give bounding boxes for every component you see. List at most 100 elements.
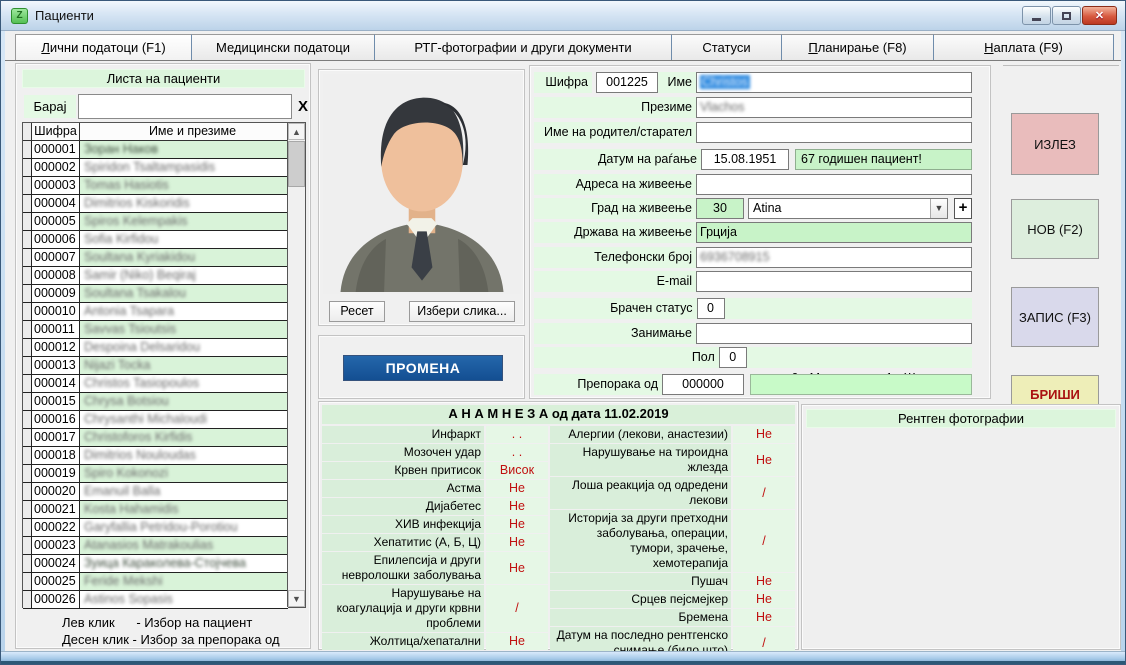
patient-row[interactable]: 000015Chrysa Botsiou xyxy=(23,393,288,411)
patient-row[interactable]: 000001Зоран Наков xyxy=(23,141,288,159)
patient-code: 000002 xyxy=(32,159,80,176)
email-field[interactable] xyxy=(696,271,972,292)
anamnesis-label: Нарушување на коагулација и други крвни … xyxy=(322,585,484,632)
patient-code: 000003 xyxy=(32,177,80,194)
patient-row[interactable]: 000023Atanasios Matrakoulias xyxy=(23,537,288,555)
tab-statusi[interactable]: Статуси xyxy=(672,34,782,60)
patient-row[interactable]: 000002Spiridon Tsaltampasidis xyxy=(23,159,288,177)
marital-status-field[interactable]: 0 xyxy=(697,298,725,319)
photo-panel: Ресет Избери слика... xyxy=(318,69,525,326)
reset-photo-button[interactable]: Ресет xyxy=(329,301,385,322)
patient-row[interactable]: 000026Astinos Sopasis xyxy=(23,591,288,609)
row-selector-cell xyxy=(23,339,32,356)
anamnesis-row: Нарушување на коагулација и други крвни … xyxy=(322,585,548,632)
patient-row[interactable]: 000017Christoforos Kirfidis xyxy=(23,429,288,447)
patient-row[interactable]: 000025Feride Mekshi xyxy=(23,573,288,591)
minimize-button[interactable] xyxy=(1022,6,1051,25)
scroll-down-icon[interactable]: ▼ xyxy=(288,590,305,607)
patient-list-title: Листа на пациенти xyxy=(22,69,305,88)
patient-row[interactable]: 000020Emanuil Balla xyxy=(23,483,288,501)
address-label: Адреса на живеење xyxy=(534,174,696,195)
patient-row[interactable]: 000007Soultana Kyriakidou xyxy=(23,249,288,267)
close-button[interactable]: ✕ xyxy=(1082,6,1117,25)
maximize-button[interactable] xyxy=(1052,6,1081,25)
patient-row[interactable]: 000004Dimitrios Kiskoridis xyxy=(23,195,288,213)
tab-planiranje[interactable]: Планирање (F8) xyxy=(782,34,934,60)
first-name-field[interactable]: Christos xyxy=(696,72,972,93)
patient-code: 000026 xyxy=(32,591,80,608)
country-field[interactable]: Грција xyxy=(696,222,972,243)
change-button[interactable]: ПРОМЕНА xyxy=(343,355,503,381)
patient-row[interactable]: 000008Samir (Niko) Beqiraj xyxy=(23,267,288,285)
patient-row[interactable]: 000009Soultana Tsakalou xyxy=(23,285,288,303)
patient-row[interactable]: 000003Tomas Hasiotis xyxy=(23,177,288,195)
new-button[interactable]: НОВ (F2) xyxy=(1011,199,1099,259)
anamnesis-row: Срцев пејсмејкерНе xyxy=(550,591,795,608)
patient-row[interactable]: 000024Зуица Караколева-Стојчева xyxy=(23,555,288,573)
patient-row[interactable]: 000022Garyfallia Petridou-Porotiou xyxy=(23,519,288,537)
tab-licni[interactable]: Лични податоци (F1) xyxy=(15,34,192,60)
city-label: Град на живеење xyxy=(534,198,696,219)
patient-row[interactable]: 000019Spiro Kokonozi xyxy=(23,465,288,483)
actions-panel: ИЗЛЕЗ НОВ (F2) ЗАПИС (F3) БРИШИ xyxy=(1003,65,1119,399)
address-field[interactable] xyxy=(696,174,972,195)
occupation-field[interactable] xyxy=(696,323,972,344)
search-input[interactable] xyxy=(78,94,292,119)
patient-name: Dimitrios Nouloudas xyxy=(80,447,288,464)
row-selector-cell xyxy=(23,195,32,212)
patient-row[interactable]: 000016Chrysanthi Michaloudi xyxy=(23,411,288,429)
patient-name: Chrysa Botsiou xyxy=(80,393,288,410)
scroll-up-icon[interactable]: ▲ xyxy=(288,123,305,140)
patient-row[interactable]: 000012Despoina Delsaridou xyxy=(23,339,288,357)
patient-code: 000023 xyxy=(32,537,80,554)
code-field[interactable]: 001225 xyxy=(596,72,658,93)
clear-search-button[interactable]: X xyxy=(295,94,311,119)
anamnesis-row: Мозочен удар. . xyxy=(322,444,548,461)
anamnesis-label: Алергии (лекови, анастезии) xyxy=(550,426,731,443)
save-button[interactable]: ЗАПИС (F3) xyxy=(1011,287,1099,347)
marital-status-hint: 0 - Во брак1 - Не е во брак xyxy=(725,298,973,319)
patient-row[interactable]: 000011Savvas Tsioutsis xyxy=(23,321,288,339)
tab-rtg[interactable]: РТГ-фотографии и други документи xyxy=(375,34,672,60)
last-name-field[interactable]: Vlachos xyxy=(696,97,972,118)
patient-name: Sofia Kirfidou xyxy=(80,231,288,248)
scroll-thumb[interactable] xyxy=(288,141,305,187)
anamnesis-row: Хепатитис (А, Б, Ц)Не xyxy=(322,534,548,551)
patient-row[interactable]: 000006Sofia Kirfidou xyxy=(23,231,288,249)
tab-naplata[interactable]: Наплата (F9) xyxy=(934,34,1114,60)
chevron-down-icon[interactable]: ▼ xyxy=(930,199,947,218)
exit-button[interactable]: ИЗЛЕЗ xyxy=(1011,113,1099,175)
patient-row[interactable]: 000018Dimitrios Nouloudas xyxy=(23,447,288,465)
patient-list-scrollbar[interactable]: ▲ ▼ xyxy=(287,123,305,607)
parent-name-field[interactable] xyxy=(696,122,972,143)
row-selector-cell xyxy=(23,249,32,266)
referral-code-field[interactable]: 000000 xyxy=(662,374,744,395)
parent-name-label: Име на родител/старател xyxy=(534,122,696,143)
patient-row[interactable]: 000014Christos Tasiopoulos xyxy=(23,375,288,393)
patient-table: Шифра Име и презиме 000001Зоран Наков000… xyxy=(22,122,306,608)
anamnesis-label: Историја за други претходни заболувања, … xyxy=(550,510,731,572)
patient-row[interactable]: 000005Spiros Kelempakis xyxy=(23,213,288,231)
patient-row[interactable]: 000021Kosta Hahamidis xyxy=(23,501,288,519)
title-bar[interactable]: Z Пациенти ✕ xyxy=(1,1,1125,31)
anamnesis-row: АстмаНе xyxy=(322,480,548,497)
tab-medicinski[interactable]: Медицински податоци xyxy=(192,34,375,60)
anamnesis-label: Лоша реакција од одредени лекови xyxy=(550,477,731,509)
patient-form-panel: Шифра 001225 Име Christos Презиме Vlacho… xyxy=(529,65,991,399)
city-code-field[interactable]: 30 xyxy=(696,198,744,219)
patient-table-header: Шифра Име и презиме xyxy=(23,123,305,141)
anamnesis-title: А Н А М Н Е З А од дата 11.02.2019 xyxy=(322,405,795,424)
anamnesis-value: / xyxy=(733,477,795,509)
patient-row[interactable]: 000013Nijazi Tocka xyxy=(23,357,288,375)
patient-code: 000006 xyxy=(32,231,80,248)
choose-photo-button[interactable]: Избери слика... xyxy=(409,301,515,322)
gender-field[interactable]: 0 xyxy=(719,347,747,368)
add-city-button[interactable]: + xyxy=(954,198,972,219)
patient-row[interactable]: 000010Antonia Tsapara xyxy=(23,303,288,321)
referral-name-field[interactable] xyxy=(750,374,972,395)
phone-field[interactable]: 6936708915 xyxy=(696,247,972,268)
birth-date-field[interactable]: 15.08.1951 xyxy=(701,149,789,170)
patient-code: 000014 xyxy=(32,375,80,392)
anamnesis-value: / xyxy=(486,585,548,632)
city-dropdown[interactable]: Atina ▼ xyxy=(748,198,948,219)
